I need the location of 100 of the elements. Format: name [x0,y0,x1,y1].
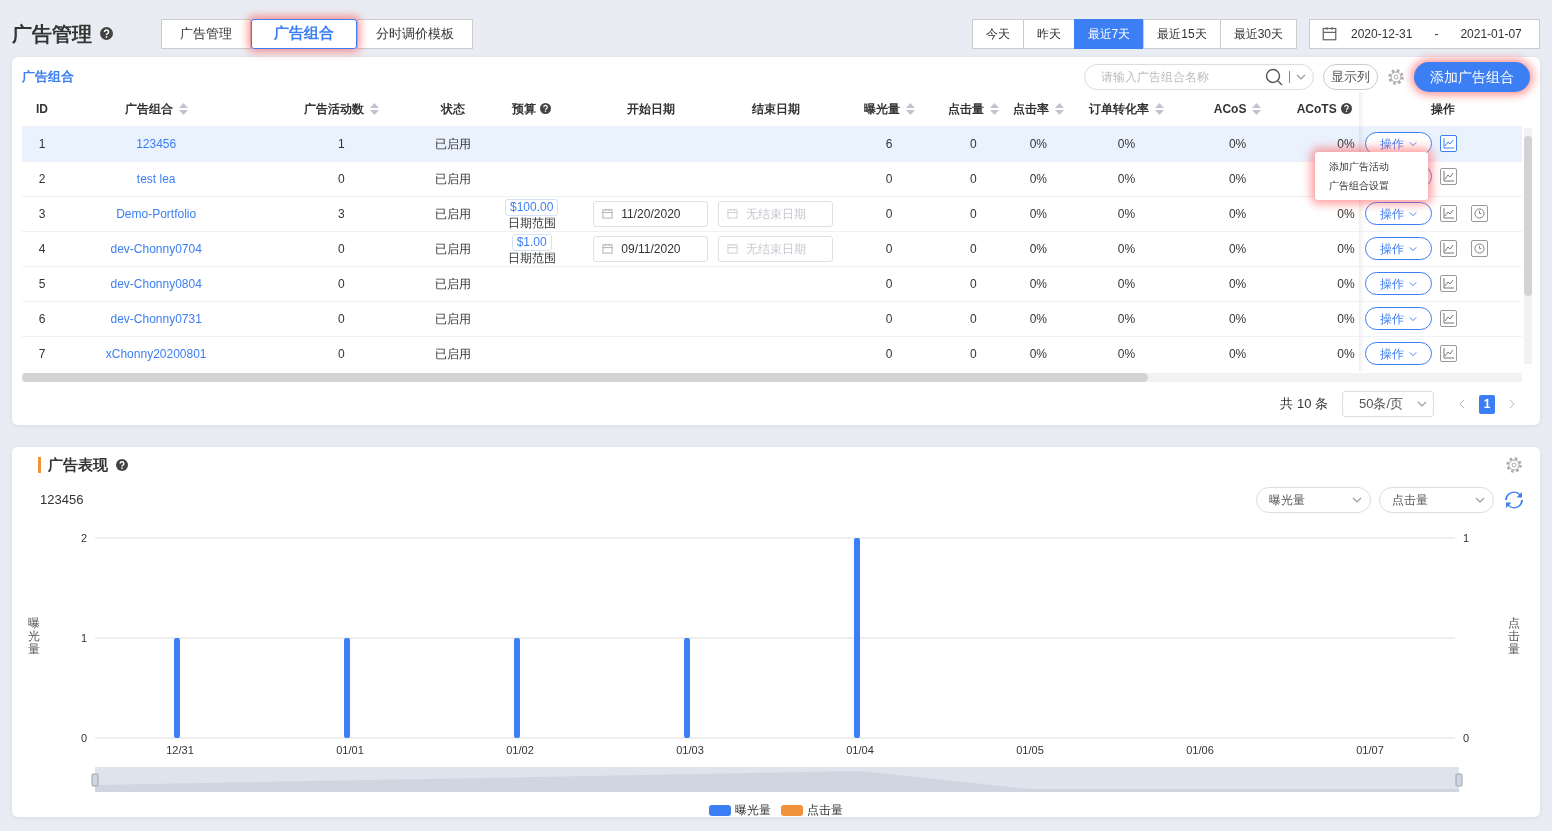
action-dropdown-button[interactable]: 操作 [1364,237,1432,260]
table-cell: 0 [885,171,893,186]
menu-item[interactable]: 广告组合设置 [1315,176,1428,195]
table-cell: 0% [1117,136,1136,151]
budget-value[interactable]: $1.00 [511,233,552,251]
clock-icon[interactable] [1470,240,1488,257]
page-button[interactable]: 1 [1479,394,1495,414]
table-cell: 0% [1337,346,1355,361]
portfolio-link[interactable]: xChonny20200801 [105,346,207,361]
clock-icon[interactable] [1470,205,1488,222]
date-range-button[interactable]: 最近30天 [1219,18,1297,49]
chevron-right-icon[interactable] [1509,399,1516,409]
date-range-button[interactable]: 最近7天 [1073,18,1145,49]
start-date-field[interactable]: 09/11/2020 [593,235,709,262]
table-cell: 0% [1337,311,1355,326]
line-chart-icon[interactable] [1439,167,1457,185]
sort-icon[interactable] [178,102,188,115]
date-range-button[interactable]: 最近15天 [1143,18,1221,49]
horizontal-scrollbar[interactable] [22,373,1522,382]
help-icon[interactable] [116,459,128,471]
column-header: 开始日期 [626,100,675,118]
portfolio-link[interactable]: 123456 [136,136,177,151]
status-text: 已启用 [434,276,471,291]
table-cell: 0% [1228,206,1247,221]
line-chart-icon[interactable] [1439,240,1457,257]
table-cell: 0% [1029,171,1047,186]
sort-icon[interactable] [1054,102,1064,115]
help-icon[interactable] [100,27,113,40]
vertical-scrollbar[interactable] [1524,128,1532,364]
line-chart-icon[interactable] [1439,135,1457,152]
refresh-icon[interactable] [1504,490,1524,510]
portfolio-link[interactable]: dev-Chonny0804 [110,276,202,291]
portfolio-link[interactable]: dev-Chonny0731 [110,311,202,326]
calendar-icon [1322,26,1337,41]
table-cell: 0% [1029,206,1047,221]
tab[interactable]: 分时调价模板 [357,18,473,49]
sort-icon[interactable] [1154,102,1164,115]
start-date-field[interactable]: 11/20/2020 [593,200,709,227]
table-cell: 6 [38,311,46,326]
portfolio-link[interactable]: test lea [136,171,176,186]
table-cell: 0% [1029,241,1047,256]
line-chart-icon[interactable] [1439,205,1457,222]
table-cell: 1 [38,136,46,151]
help-icon[interactable] [1340,103,1352,115]
table-cell: 0% [1117,346,1136,361]
date-range-button[interactable]: 昨天 [1022,18,1075,49]
axis-tick-label: 12/31 [166,744,194,756]
table-cell: 0% [1117,241,1136,256]
sort-icon[interactable] [989,102,999,115]
date-range-button[interactable]: 今天 [971,18,1024,49]
settings-icon[interactable] [1504,455,1524,475]
action-dropdown-button[interactable]: 操作 [1364,307,1432,330]
sort-icon[interactable] [369,102,379,115]
table-cell: 0 [885,241,893,256]
page-size-select[interactable]: 50条/页 [1342,391,1434,417]
action-dropdown-button[interactable]: 操作 [1364,342,1432,366]
column-header: 曝光量 [863,100,900,118]
metric-select[interactable]: 曝光量 [1256,487,1371,513]
range-slider-drawing[interactable] [91,767,1463,792]
column-header: 点击率 [1012,100,1049,118]
line-chart-icon[interactable] [1439,345,1457,363]
tab[interactable]: 广告管理 [161,18,251,49]
budget-note: 日期范围 [507,250,556,265]
date-range-field[interactable]: 2020-12-31 - 2021-01-07 [1309,18,1540,49]
action-dropdown-button[interactable]: 操作 [1364,272,1432,295]
add-portfolio-button[interactable]: 添加广告组合 [1414,62,1530,92]
axis-tick-label: 01/03 [676,744,704,756]
axis-tick-label: 01/02 [506,744,534,756]
help-icon[interactable] [540,103,552,115]
axis-title: 点击量 [1508,617,1520,659]
column-header: 订单转化率 [1088,100,1149,118]
sort-icon[interactable] [905,102,915,115]
metric-select[interactable]: 点击量 [1379,487,1494,513]
line-chart-icon[interactable] [1439,310,1457,327]
table-cell: 0 [338,276,345,291]
axis-tick-label: 2 [80,532,87,544]
legend-label: 点击量 [807,802,843,819]
table-cell: 0% [1228,136,1247,151]
columns-button[interactable]: 显示列 [1323,64,1378,90]
sort-icon[interactable] [1252,102,1262,115]
budget-value[interactable]: $100.00 [504,198,559,216]
table-cell: 6 [885,136,893,151]
tab[interactable]: 广告组合 [251,18,357,49]
portfolio-link[interactable]: Demo-Portfolio [116,206,197,221]
axis-tick-label: 01/06 [1186,744,1214,756]
table-cell: 0% [1029,311,1047,326]
table-cell: 0 [969,136,977,151]
settings-icon[interactable] [1386,67,1406,87]
table-cell: 0% [1029,136,1047,151]
portfolio-link[interactable]: dev-Chonny0704 [110,241,202,256]
axis-tick-label: 1 [1463,532,1470,544]
table-cell: 0 [969,171,977,186]
calendar-icon [602,208,614,219]
search-icon[interactable] [1265,68,1283,86]
chevron-left-icon[interactable] [1458,399,1465,409]
action-dropdown-button[interactable]: 操作 [1364,202,1432,225]
menu-item[interactable]: 添加广告活动 [1315,157,1428,176]
table-cell: 0 [885,346,893,361]
line-chart-icon[interactable] [1439,275,1457,292]
status-text: 已启用 [434,136,471,151]
